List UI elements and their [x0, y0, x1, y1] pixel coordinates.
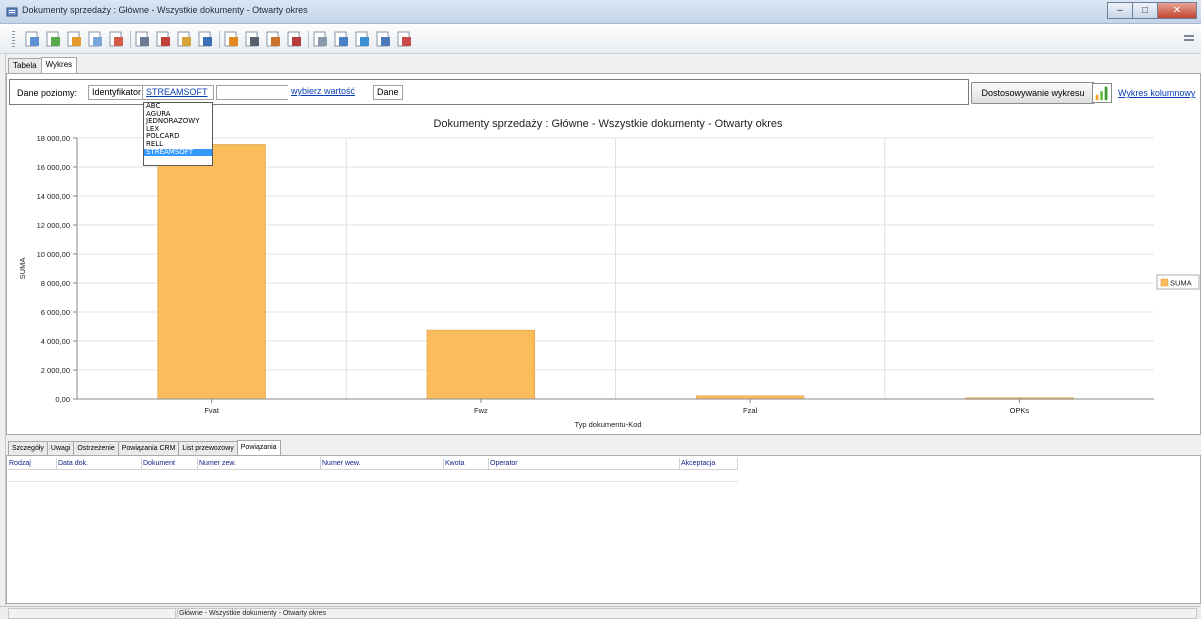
detail-tabs: Szczegóły Uwagi Ostrzeżenie Powiązania C… — [8, 440, 281, 456]
tab-powiazania-crm[interactable]: Powiązania CRM — [117, 441, 180, 455]
y-tick-label: 12 000,00 — [37, 221, 70, 230]
legend-label: SUMA — [1170, 279, 1192, 288]
layout-icon[interactable] — [354, 31, 370, 47]
status-text: Główne - Wszystkie dokumenty - Otwarty o… — [179, 610, 327, 617]
column-header[interactable]: Rodzaj — [8, 458, 57, 470]
column-header[interactable]: Data dok. — [57, 458, 142, 470]
toolbar-grip[interactable] — [12, 31, 15, 48]
chart-type-selector[interactable]: Wykres kolumnowy — [1092, 82, 1195, 104]
columns-icon[interactable] — [333, 31, 349, 47]
identifier-dropdown-list[interactable]: ABC AGURA JEDNORAZOWY LEX POLCARD RELL S… — [143, 102, 213, 166]
bar-chart-icon[interactable] — [1092, 83, 1112, 103]
x-tick-label: OPKs — [1010, 406, 1030, 415]
title-bar: Dokumenty sprzedaży : Główne - Wszystkie… — [0, 0, 1201, 24]
y-tick-label: 16 000,00 — [37, 163, 70, 172]
tab-szczegoly[interactable]: Szczegóły — [8, 441, 48, 455]
chart-title: Dokumenty sprzedaży : Główne - Wszystkie… — [433, 118, 783, 130]
calendar-icon[interactable] — [197, 31, 213, 47]
y-axis-label: SUMA — [18, 258, 27, 280]
view-tabs: Tabela Wykres — [8, 57, 78, 74]
y-tick-label: 8 000,00 — [41, 279, 70, 288]
status-cell — [177, 608, 1197, 619]
y-tick-label: 14 000,00 — [37, 192, 70, 201]
transfer-icon[interactable] — [155, 31, 171, 47]
clear-filter-icon[interactable] — [286, 31, 302, 47]
choose-value-link[interactable]: wybierz wartość — [288, 85, 359, 100]
links-grid-header: Rodzaj Data dok. Dokument Numer zew. Num… — [8, 458, 738, 470]
grid-settings-icon[interactable] — [396, 31, 412, 47]
close-icon[interactable]: ✕ — [1157, 2, 1197, 19]
column-header[interactable]: Dokument — [142, 458, 198, 470]
toolbar-separator — [308, 31, 309, 48]
add-document-icon[interactable] — [45, 31, 61, 47]
filter-icon[interactable] — [265, 31, 281, 47]
filter-label: Dane poziomy: — [17, 88, 78, 98]
x-tick-label: Fvat — [204, 406, 220, 415]
export-icon[interactable] — [375, 31, 391, 47]
delete-document-icon[interactable] — [108, 31, 124, 47]
tab-ostrzezenie[interactable]: Ostrzeżenie — [73, 441, 119, 455]
column-header[interactable]: Numer zew. — [198, 458, 321, 470]
links-grid-panel — [6, 455, 1201, 604]
status-bar: Główne - Wszystkie dokumenty - Otwarty o… — [0, 606, 1201, 619]
window-title: Dokumenty sprzedaży : Główne - Wszystkie… — [22, 5, 308, 15]
sort-icon[interactable] — [223, 31, 239, 47]
minimize-icon[interactable]: – — [1107, 2, 1133, 19]
field-label: Identyfikator — [88, 85, 146, 100]
toolbar — [0, 24, 1201, 54]
y-tick-label: 10 000,00 — [37, 250, 70, 259]
identifier-value[interactable]: STREAMSOFT — [142, 85, 214, 100]
y-tick-label: 6 000,00 — [41, 308, 70, 317]
new-document-icon[interactable] — [24, 31, 40, 47]
column-header[interactable]: Kwota — [444, 458, 489, 470]
toolbar-separator — [219, 31, 220, 48]
copy-document-icon[interactable] — [66, 31, 82, 47]
dropdown-option-selected[interactable]: STREAMSOFT — [144, 148, 212, 157]
x-axis-label: Typ dokumentu-Kod — [574, 420, 641, 429]
toolbar-separator — [130, 31, 131, 48]
column-header[interactable]: Akceptacja — [680, 458, 738, 470]
chart-type-link[interactable]: Wykres kolumnowy — [1118, 88, 1195, 98]
tab-list-przewozowy[interactable]: List przewozowy — [178, 441, 238, 455]
tab-uwagi[interactable]: Uwagi — [46, 441, 75, 455]
tab-wykres[interactable]: Wykres — [40, 57, 78, 73]
y-tick-label: 4 000,00 — [41, 337, 70, 346]
restore-icon[interactable]: □ — [1132, 2, 1158, 19]
tab-powiazania[interactable]: Powiązania — [236, 440, 281, 455]
tab-tabela[interactable]: Tabela — [8, 58, 42, 73]
column-header[interactable]: Operator — [489, 458, 680, 470]
menu-icon[interactable] — [1183, 33, 1195, 45]
app-icon — [6, 7, 18, 17]
window-controls: – □ ✕ — [1107, 2, 1197, 19]
bar — [157, 144, 266, 400]
y-tick-label: 2 000,00 — [41, 366, 70, 375]
legend-swatch — [1160, 278, 1169, 287]
grid-row-divider — [8, 481, 738, 482]
edit-document-icon[interactable] — [87, 31, 103, 47]
customize-chart-button[interactable]: Dostosowywanie wykresu — [971, 82, 1095, 104]
copy-to-icon[interactable] — [176, 31, 192, 47]
x-tick-label: Fwz — [474, 406, 488, 415]
status-cell — [8, 608, 176, 619]
y-tick-label: 18 000,00 — [37, 134, 70, 143]
x-tick-label: Fzal — [743, 406, 758, 415]
y-tick-label: 0,00 — [55, 395, 70, 404]
lookup-icon[interactable] — [312, 31, 328, 47]
print-icon[interactable] — [134, 31, 150, 47]
column-header[interactable]: Numer wew. — [321, 458, 444, 470]
done-button[interactable]: Dane — [373, 85, 403, 100]
bar — [426, 329, 536, 400]
search-binoculars-icon[interactable] — [244, 31, 260, 47]
